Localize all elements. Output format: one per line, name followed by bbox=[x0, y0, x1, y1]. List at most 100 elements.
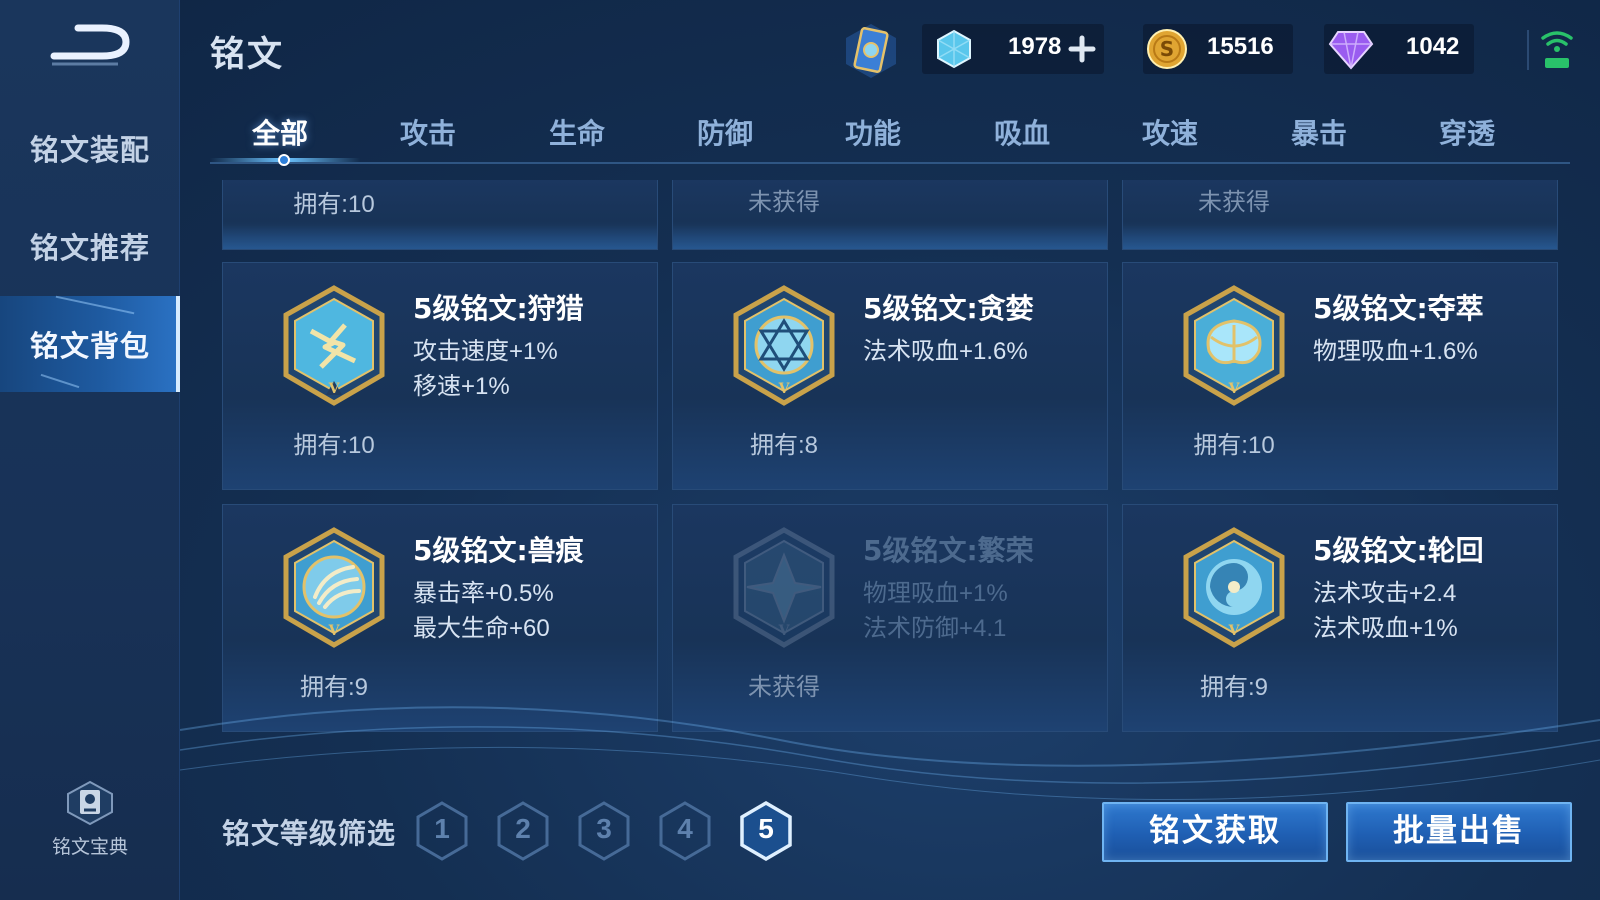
rune-card-prosperity[interactable]: V 5级铭文:繁荣 物理吸血+1% 法术防御+4.1 未获得 bbox=[672, 504, 1108, 732]
tab-penetration[interactable]: 穿透 bbox=[1407, 112, 1527, 152]
codex-book-icon bbox=[67, 780, 113, 826]
rune-card-hunt[interactable]: V 5级铭文:狩猎 攻击速度+1% 移速+1% 拥有:10 bbox=[222, 262, 658, 490]
active-tab-dot bbox=[278, 154, 290, 166]
gem-value: 1042 bbox=[1406, 33, 1460, 60]
rune-stat: 法术防御+4.1 bbox=[863, 615, 1007, 642]
gold-counter: S 15516 bbox=[1143, 24, 1293, 74]
owned-count: 未获得 bbox=[748, 674, 820, 701]
level-filter-label: 铭文等级筛选 bbox=[222, 817, 397, 850]
rune-name: 5级铭文:狩猎 bbox=[413, 292, 584, 325]
tab-defense[interactable]: 防御 bbox=[665, 112, 785, 152]
purple-gem-icon bbox=[1328, 31, 1374, 70]
rune-stat: 法术吸血+1% bbox=[1313, 615, 1458, 642]
prosperity-rune-icon: V bbox=[733, 527, 835, 648]
rune-stat: 法术攻击+2.4 bbox=[1313, 580, 1457, 607]
tab-utility[interactable]: 功能 bbox=[813, 112, 933, 152]
level-number: 3 bbox=[596, 813, 612, 844]
gem-counter: 1042 bbox=[1324, 24, 1474, 74]
add-coupon-icon[interactable] bbox=[1068, 35, 1096, 63]
sidebar-item-label: 铭文背包 bbox=[30, 329, 151, 363]
hunt-rune-icon: V bbox=[283, 285, 385, 406]
rune-card-plunder[interactable]: V 5级铭文:夺萃 物理吸血+1.6% 拥有:10 bbox=[1122, 262, 1558, 490]
level-filter-2[interactable]: 2 bbox=[495, 800, 551, 862]
rune-grid: 拥有:10 未获得 未获得 V 5级铭文:狩猎 攻击速度+1% 移速+1% 拥有… bbox=[222, 180, 1562, 735]
svg-text:V: V bbox=[1228, 623, 1241, 639]
tab-all[interactable]: 全部 bbox=[220, 112, 340, 152]
tab-lifesteal[interactable]: 吸血 bbox=[962, 112, 1082, 152]
svg-text:V: V bbox=[328, 381, 341, 397]
sidebar-item-label: 铭文装配 bbox=[30, 133, 151, 167]
owned-count: 未获得 bbox=[748, 189, 820, 216]
level-number: 1 bbox=[434, 813, 450, 844]
back-arrow-icon[interactable] bbox=[48, 22, 134, 72]
rune-card-greed[interactable]: V 5级铭文:贪婪 法术吸血+1.6% 拥有:8 bbox=[672, 262, 1108, 490]
level-filter-5[interactable]: 5 bbox=[738, 800, 794, 862]
level-filter-3[interactable]: 3 bbox=[576, 800, 632, 862]
tab-health[interactable]: 生命 bbox=[517, 112, 637, 152]
tab-attack[interactable]: 攻击 bbox=[368, 112, 488, 152]
sidebar-item-recommend[interactable]: 铭文推荐 bbox=[0, 198, 180, 294]
rune-stat: 物理吸血+1% bbox=[863, 580, 1008, 607]
decor-line bbox=[40, 373, 80, 389]
rune-name: 5级铭文:兽痕 bbox=[413, 534, 584, 567]
rune-name: 5级铭文:繁荣 bbox=[863, 534, 1034, 567]
card-glow bbox=[673, 225, 1107, 249]
owned-count: 拥有:8 bbox=[749, 432, 818, 459]
owned-count: 拥有:9 bbox=[1199, 674, 1268, 701]
bulk-sell-button[interactable]: 批量出售 bbox=[1346, 802, 1572, 862]
rune-stat: 攻击速度+1% bbox=[413, 338, 558, 365]
svg-text:V: V bbox=[778, 623, 791, 639]
card-glow bbox=[1123, 225, 1557, 249]
rune-stat: 物理吸血+1.6% bbox=[1313, 338, 1478, 365]
svg-text:V: V bbox=[1228, 381, 1241, 397]
svg-text:V: V bbox=[328, 623, 341, 639]
rune-stat: 移速+1% bbox=[413, 373, 510, 400]
coupon-value: 1978 bbox=[1008, 33, 1062, 60]
coupon-counter: 1978 bbox=[922, 24, 1104, 74]
svg-text:S: S bbox=[1160, 37, 1174, 61]
wifi-signal-icon bbox=[1541, 31, 1573, 68]
owned-count: 未获得 bbox=[1198, 189, 1270, 216]
rune-card-beast-mark[interactable]: V 5级铭文:兽痕 暴击率+0.5% 最大生命+60 拥有:9 bbox=[222, 504, 658, 732]
greed-rune-icon: V bbox=[733, 285, 835, 406]
owned-count: 拥有:10 bbox=[293, 191, 375, 218]
sidebar: 铭文装配 铭文推荐 铭文背包 铭文宝典 bbox=[0, 0, 180, 900]
owned-count: 拥有:9 bbox=[299, 674, 368, 701]
rune-name: 5级铭文:贪婪 bbox=[863, 292, 1034, 325]
card-glow bbox=[223, 225, 657, 249]
rune-card[interactable]: 未获得 bbox=[672, 180, 1108, 250]
rune-codex-button[interactable]: 铭文宝典 bbox=[40, 780, 140, 859]
obtain-rune-button[interactable]: 铭文获取 bbox=[1102, 802, 1328, 862]
sidebar-item-backpack[interactable]: 铭文背包 bbox=[0, 295, 180, 392]
sidebar-item-label: 铭文推荐 bbox=[30, 231, 151, 265]
category-tabs: 全部 攻击 生命 防御 功能 吸血 攻速 暴击 穿透 bbox=[210, 100, 1570, 166]
rune-stat: 法术吸血+1.6% bbox=[863, 338, 1028, 365]
rune-name: 5级铭文:轮回 bbox=[1313, 534, 1484, 567]
gold-coin-icon: S bbox=[1147, 29, 1187, 69]
rune-card[interactable]: 未获得 bbox=[1122, 180, 1558, 250]
level-filter-4[interactable]: 4 bbox=[657, 800, 713, 862]
codex-label: 铭文宝典 bbox=[51, 836, 128, 858]
svg-text:V: V bbox=[778, 381, 791, 397]
tab-attack-speed[interactable]: 攻速 bbox=[1110, 112, 1230, 152]
rune-card-reincarnation[interactable]: V 5级铭文:轮回 法术攻击+2.4 法术吸血+1% 拥有:9 bbox=[1122, 504, 1558, 732]
diamond-coupon-icon bbox=[937, 29, 971, 69]
plunder-rune-icon: V bbox=[1183, 285, 1285, 406]
rune-card-icon[interactable] bbox=[842, 22, 900, 80]
level-number: 4 bbox=[677, 813, 693, 844]
sidebar-item-equip[interactable]: 铭文装配 bbox=[0, 100, 180, 196]
owned-count: 拥有:10 bbox=[1193, 432, 1275, 459]
owned-count: 拥有:10 bbox=[293, 432, 375, 459]
page-title: 铭文 bbox=[210, 35, 285, 75]
divider bbox=[1527, 30, 1529, 70]
decor-line bbox=[55, 295, 135, 315]
level-number: 2 bbox=[515, 813, 531, 844]
level-number: 5 bbox=[758, 813, 774, 844]
tab-crit[interactable]: 暴击 bbox=[1259, 112, 1379, 152]
beast-mark-rune-icon: V bbox=[283, 527, 385, 648]
rune-name: 5级铭文:夺萃 bbox=[1313, 292, 1484, 325]
rune-stat: 最大生命+60 bbox=[413, 615, 550, 642]
rune-card[interactable]: 拥有:10 bbox=[222, 180, 658, 250]
gold-value: 15516 bbox=[1207, 33, 1274, 60]
level-filter-1[interactable]: 1 bbox=[414, 800, 470, 862]
